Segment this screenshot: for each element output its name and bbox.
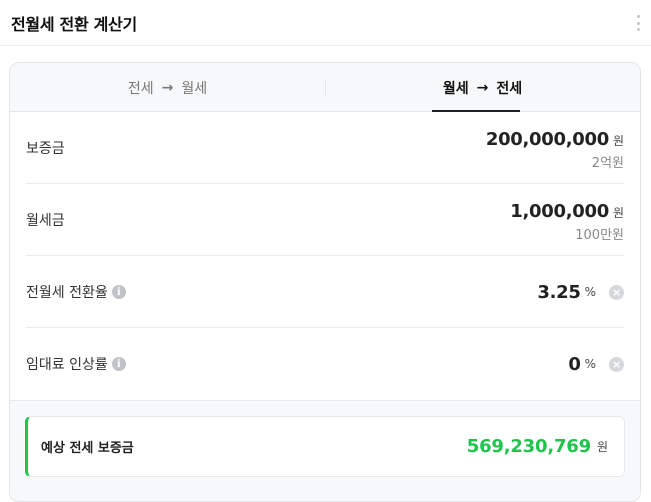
result-label: 예상 전세 보증금 [41,441,134,456]
rent-increase-label-wrap: 임대료 인상률 i [26,328,126,400]
more-vertical-icon[interactable] [634,13,642,33]
tab-jeonse-to-wolse[interactable]: 전세 → 월세 [10,63,325,112]
tab-from-label: 월세 [442,80,469,97]
monthly-rent-sub: 100만원 [575,228,624,243]
calculator-card: 전세 → 월세 월세 → 전세 보증금 200,000,000 원 2억원 월세금… [9,62,641,502]
deposit-sub: 2억원 [591,156,624,171]
tab-wolse-to-jeonse[interactable]: 월세 → 전세 [325,63,640,112]
clear-icon[interactable]: × [609,285,624,300]
result-unit: 원 [596,440,608,454]
rent-increase-label: 임대료 인상률 [26,357,108,373]
clear-icon[interactable]: × [609,357,624,372]
deposit-value: 200,000,000 [485,129,609,150]
conversion-rate-value: 3.25 [537,281,581,303]
monthly-rent-label: 월세금 [26,213,65,229]
result-value: 569,230,769 [466,436,591,457]
monthly-rent-input[interactable]: 1,000,000 원 100만원 [510,201,624,243]
header: 전월세 전환 계산기 [0,0,651,46]
result-card: 예상 전세 보증금 569,230,769 원 [25,416,625,477]
info-icon[interactable]: i [111,357,126,371]
conversion-rate-row[interactable]: 전월세 전환율 i 3.25% × [26,256,624,328]
info-icon[interactable]: i [111,285,126,299]
result-value-wrap: 569,230,769 원 [467,417,608,476]
arrow-right-icon: → [161,79,174,96]
monthly-rent-value: 1,000,000 [510,201,609,222]
conversion-rate-input[interactable]: 3.25% [537,256,596,328]
monthly-rent-row[interactable]: 월세금 1,000,000 원 100만원 [26,184,624,256]
tab-bar: 전세 → 월세 월세 → 전세 [10,63,640,112]
tab-from-label: 전세 [127,80,154,97]
deposit-unit: 원 [612,134,624,148]
conversion-rate-label: 전월세 전환율 [26,285,108,301]
deposit-input[interactable]: 200,000,000 원 2억원 [486,129,624,171]
rent-increase-value: 0 [568,353,581,375]
conversion-rate-unit: % [584,285,596,299]
monthly-rent-unit: 원 [612,206,624,220]
conversion-rate-label-wrap: 전월세 전환율 i [26,256,126,328]
arrow-right-icon: → [476,79,489,96]
result-area: 예상 전세 보증금 569,230,769 원 [10,400,640,501]
rent-increase-row[interactable]: 임대료 인상률 i 0% × [26,328,624,400]
tab-to-label: 월세 [181,80,208,97]
page-title: 전월세 전환 계산기 [11,15,137,34]
deposit-row[interactable]: 보증금 200,000,000 원 2억원 [26,112,624,184]
rent-increase-input[interactable]: 0% [568,328,596,400]
tab-to-label: 전세 [496,80,523,97]
rent-increase-unit: % [584,357,596,371]
deposit-label: 보증금 [26,141,65,157]
